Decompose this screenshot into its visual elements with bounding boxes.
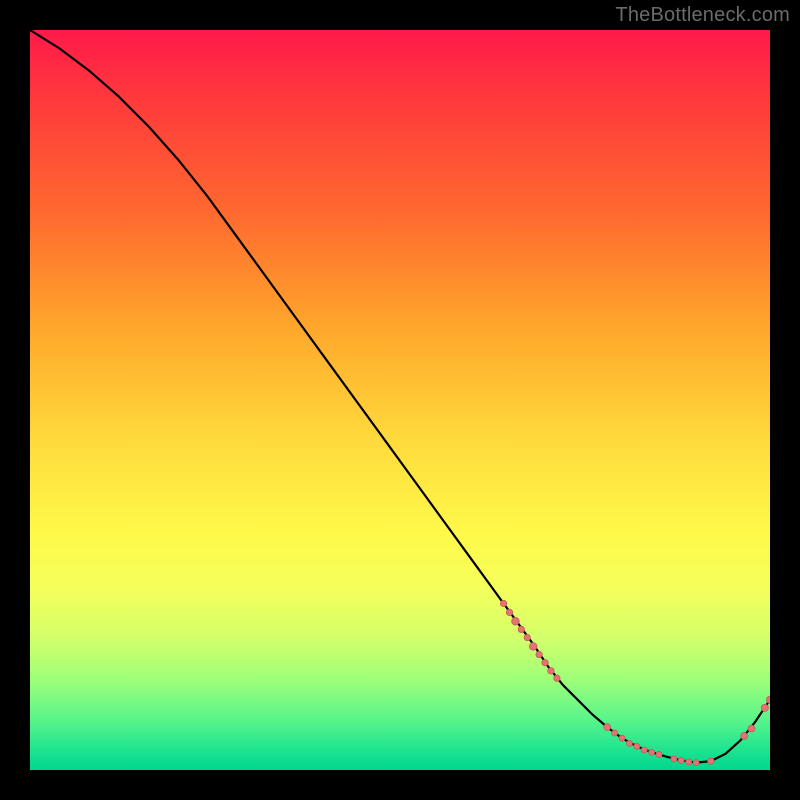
plot-area	[30, 30, 770, 770]
data-point	[708, 758, 714, 764]
data-point	[604, 724, 611, 731]
data-point	[626, 740, 632, 746]
data-point	[671, 756, 677, 762]
data-point	[678, 757, 684, 763]
data-point	[529, 643, 537, 651]
data-point	[548, 668, 554, 674]
data-point	[518, 626, 524, 632]
data-point	[766, 696, 770, 703]
data-point	[554, 675, 560, 681]
data-point	[612, 730, 618, 736]
data-point	[641, 747, 647, 753]
data-point	[542, 660, 548, 666]
data-point	[619, 735, 625, 741]
plot-svg	[30, 30, 770, 770]
data-point	[524, 634, 530, 640]
data-point	[761, 704, 768, 711]
data-point	[506, 609, 512, 615]
data-point	[512, 617, 520, 625]
data-point	[748, 725, 755, 732]
data-markers	[500, 600, 770, 765]
data-point	[500, 600, 506, 606]
data-point	[656, 751, 662, 757]
data-point	[686, 759, 692, 765]
bottleneck-curve	[30, 30, 770, 763]
data-point	[741, 733, 748, 740]
watermark-text: TheBottleneck.com	[615, 4, 790, 27]
data-point	[536, 651, 542, 657]
data-point	[693, 760, 699, 766]
chart-stage: TheBottleneck.com	[0, 0, 800, 800]
data-point	[649, 749, 655, 755]
data-point	[634, 743, 640, 749]
